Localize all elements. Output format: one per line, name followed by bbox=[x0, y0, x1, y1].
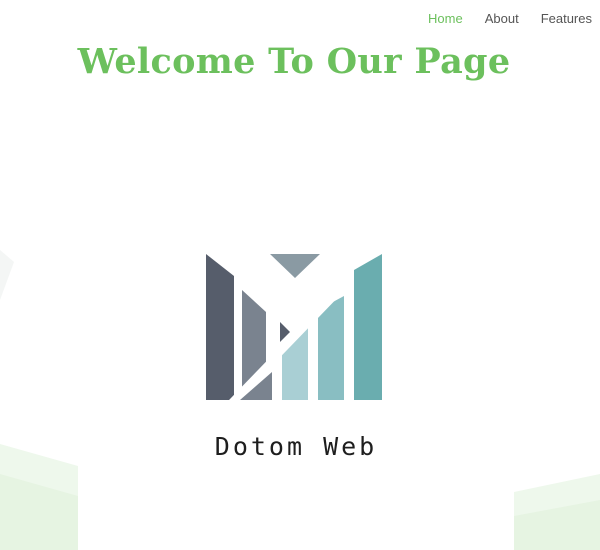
dotom-m-bars-logo-icon bbox=[206, 254, 382, 406]
logo-bar-teal bbox=[354, 254, 382, 400]
nav-link-home[interactable]: Home bbox=[428, 10, 463, 28]
logo-bar-left bbox=[206, 254, 234, 400]
nav-link-features[interactable]: Features bbox=[541, 10, 592, 28]
logo-top-triangle bbox=[270, 254, 320, 278]
top-navigation: Home About Features bbox=[428, 10, 592, 28]
company-logo bbox=[196, 246, 396, 406]
nav-link-about[interactable]: About bbox=[485, 10, 519, 28]
hero-title: Welcome To Our Page bbox=[77, 41, 511, 82]
logo-wordmark: Dotom Web bbox=[214, 432, 378, 461]
background-left-edge-shape bbox=[0, 250, 14, 300]
background-right-wave bbox=[514, 474, 600, 550]
